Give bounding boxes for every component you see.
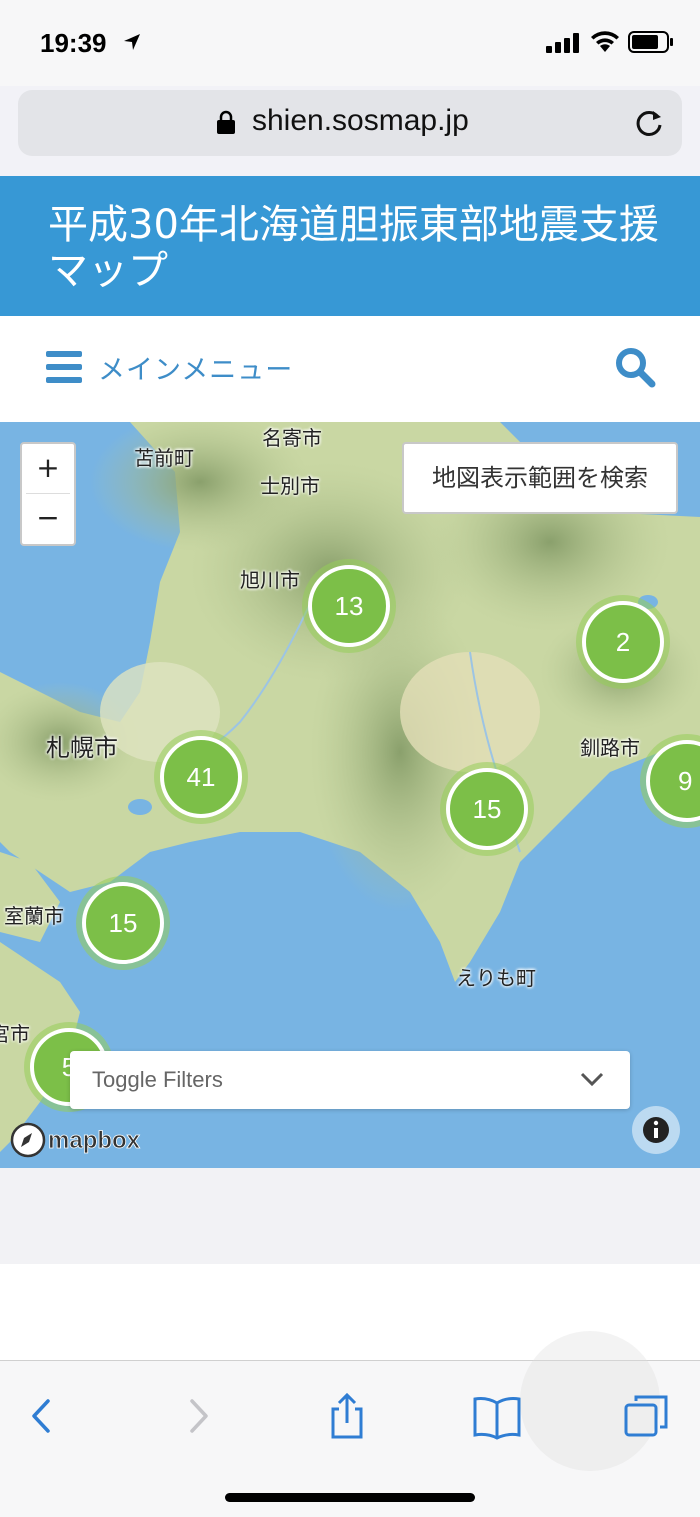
back-icon[interactable]	[18, 1391, 68, 1441]
cluster-count: 13	[334, 591, 364, 621]
place-label: 苫前町	[134, 446, 194, 470]
mapbox-logo[interactable]: mapbox	[10, 1122, 170, 1158]
hamburger-icon[interactable]	[46, 351, 82, 383]
main-menu-button[interactable]: メインメニュー	[98, 348, 293, 387]
web-page: 平成30年北海道胆振東部地震支援マップ メインメニュー + − 地図表示範囲を検…	[0, 176, 700, 1360]
search-map-area-button[interactable]: 地図表示範囲を検索	[402, 442, 678, 514]
toggle-filters-label: Toggle Filters	[92, 1067, 223, 1092]
map-view[interactable]: + − 地図表示範囲を検索 名寄市 苫前町 士別市 旭川市 札幌市 釧路市 室蘭…	[0, 422, 700, 1168]
zoom-out-button[interactable]: −	[22, 494, 74, 542]
zoom-control: + −	[20, 442, 76, 546]
mapbox-wordmark: mapbox	[48, 1127, 141, 1154]
lock-icon	[217, 110, 235, 134]
reload-icon[interactable]	[634, 108, 664, 138]
site-title[interactable]: 平成30年北海道胆振東部地震支援マップ	[48, 202, 668, 294]
menu-bar: メインメニュー	[0, 316, 700, 422]
home-indicator	[225, 1493, 475, 1502]
browser-toolbar	[0, 1331, 700, 1517]
location-arrow-icon	[124, 34, 140, 50]
url-text[interactable]: shien.sosmap.jp	[252, 104, 469, 138]
map-cluster[interactable]: 15	[440, 762, 534, 856]
place-label: 士別市	[260, 474, 320, 498]
address-bar[interactable]: shien.sosmap.jp	[18, 90, 682, 156]
wifi-icon	[591, 31, 619, 52]
cluster-count: 41	[186, 762, 216, 792]
toggle-filters-dropdown[interactable]: Toggle Filters	[70, 1051, 630, 1109]
place-label: えりも町	[456, 966, 536, 990]
place-label: 札幌市	[46, 734, 118, 762]
status-time: 19:39	[40, 28, 107, 58]
map-cluster[interactable]: 15	[76, 876, 170, 970]
map-cluster[interactable]: 13	[302, 559, 396, 653]
cluster-count: 9	[678, 766, 693, 796]
signal-icon	[546, 33, 579, 53]
cluster-count: 15	[108, 908, 138, 938]
place-label: 釧路市	[580, 736, 640, 760]
chevron-down-icon	[580, 1072, 604, 1087]
search-icon[interactable]	[614, 346, 656, 388]
map-cluster[interactable]: 9	[640, 734, 700, 828]
share-icon[interactable]	[322, 1391, 372, 1441]
map-info-button[interactable]	[632, 1106, 680, 1154]
zoom-in-button[interactable]: +	[22, 444, 74, 492]
page-footer-band	[0, 1168, 700, 1264]
cluster-count: 15	[472, 794, 502, 824]
status-bar: 19:39	[0, 0, 700, 86]
bookmarks-icon[interactable]	[472, 1391, 522, 1441]
battery-icon	[628, 31, 673, 53]
map-cluster[interactable]: 2	[576, 595, 670, 689]
place-label: 名寄市	[262, 426, 322, 450]
cluster-count: 2	[615, 627, 631, 657]
tabs-icon[interactable]	[622, 1391, 672, 1441]
forward-icon[interactable]	[172, 1391, 222, 1441]
site-header: 平成30年北海道胆振東部地震支援マップ	[0, 176, 700, 316]
place-label: 旭川市	[240, 568, 300, 592]
info-icon	[643, 1117, 669, 1143]
map-cluster[interactable]: 41	[154, 730, 248, 824]
place-label: 室蘭市	[4, 904, 64, 928]
